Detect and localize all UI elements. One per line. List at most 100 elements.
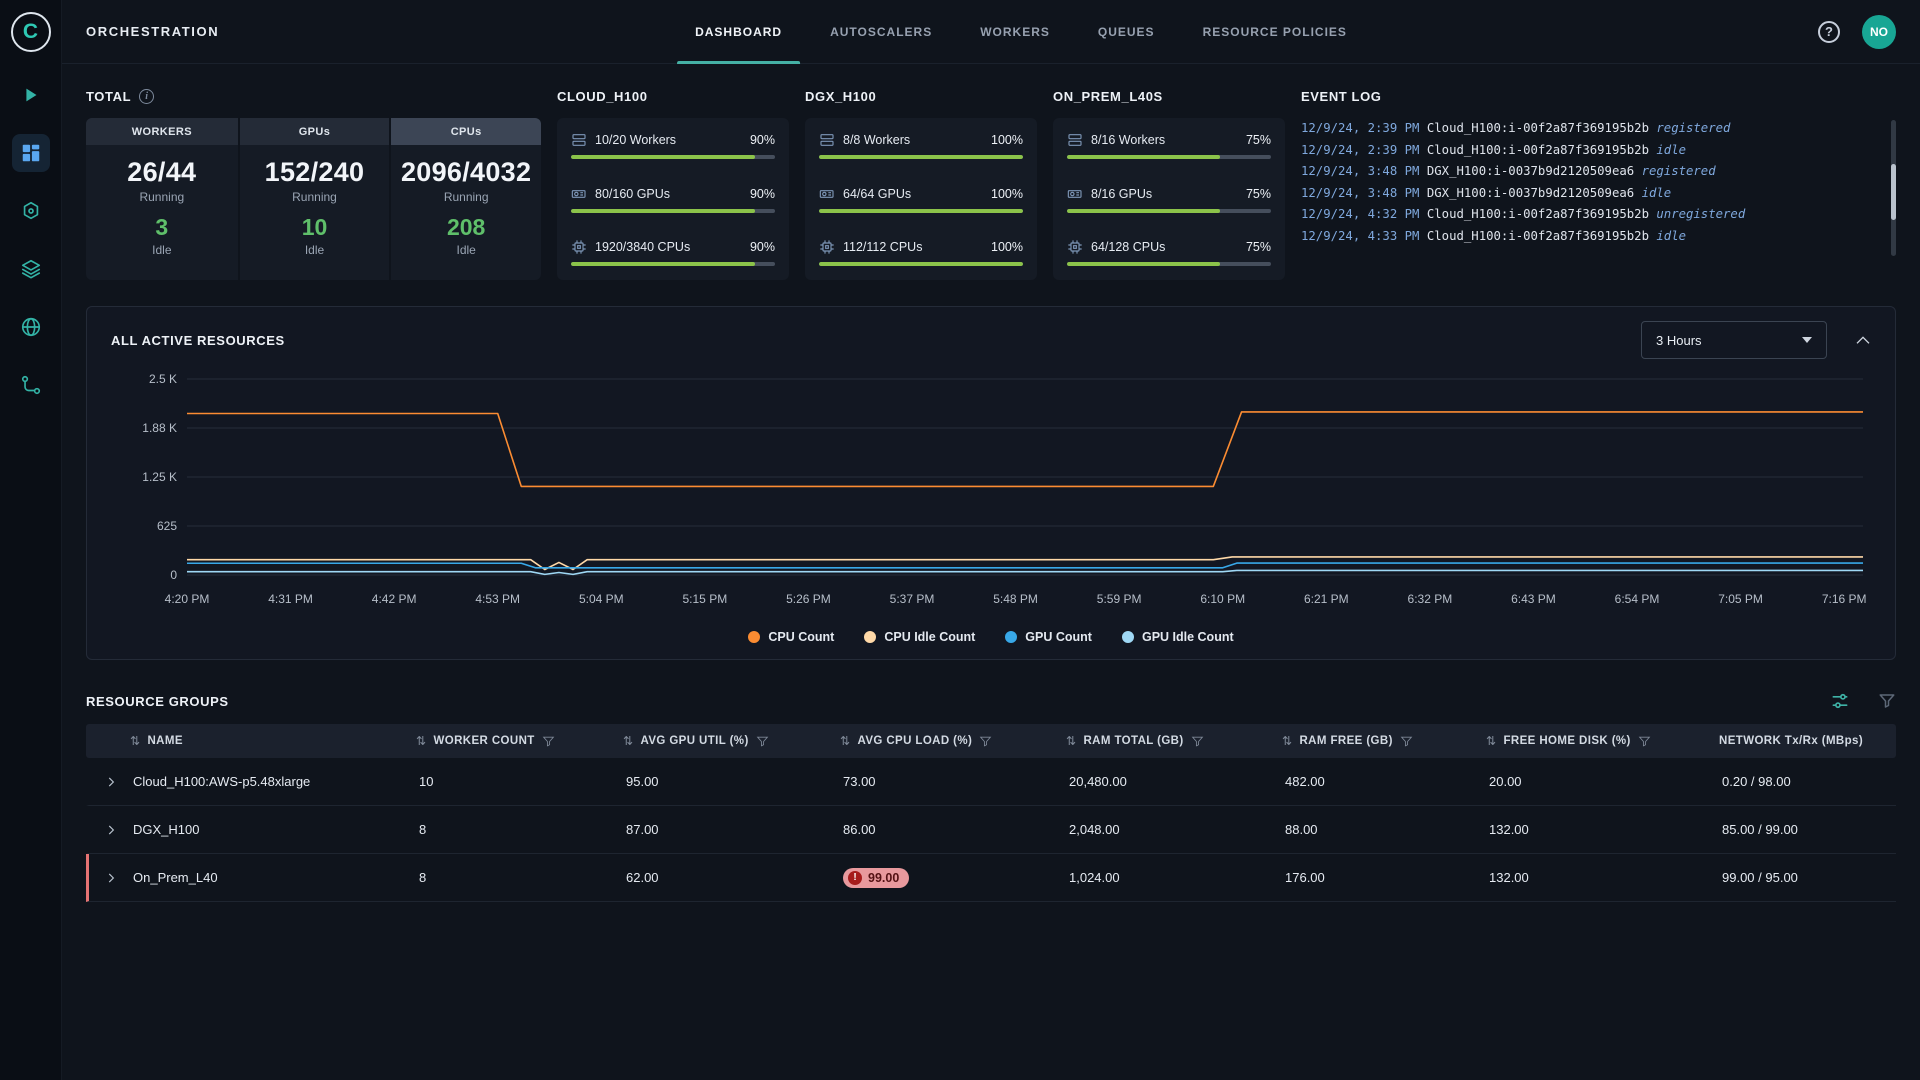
chevron-right-icon [104,871,118,885]
filter-icon[interactable] [756,735,769,748]
sort-icon[interactable]: ⇅ [623,734,633,748]
group-panel-on-prem-l40s: ON_PREM_L40S 8/16 Workers 75% 8/16 GPUs … [1053,84,1285,280]
sort-icon[interactable]: ⇅ [1066,734,1076,748]
svg-text:5:04 PM: 5:04 PM [579,592,624,606]
play-icon [20,84,42,106]
tab-resource-policies[interactable]: RESOURCE POLICIES [1203,0,1347,64]
filter-icon[interactable] [542,735,555,748]
svg-text:6:10 PM: 6:10 PM [1200,592,1245,606]
log-time: 12/9/24, 4:33 PM [1301,229,1419,243]
idle-caption: Idle [391,243,541,257]
column-header-worker-count[interactable]: ⇅ WORKER COUNT [416,734,623,748]
alert-value: 99.00 [868,871,899,885]
table-row-cloud-h100[interactable]: Cloud_H100:AWS-p5.48xlarge 10 95.00 73.0… [86,758,1896,806]
column-header-ram-free[interactable]: ⇅ RAM FREE (GB) [1282,734,1486,748]
log-event: idle [1656,143,1686,157]
running-caption: Running [391,190,541,204]
sort-icon[interactable]: ⇅ [1486,734,1496,748]
cell-name: DGX_H100 [133,822,419,837]
collapse-button[interactable] [1855,335,1871,345]
table-row-on-prem-l40[interactable]: On_Prem_L40 8 62.00 ! 99.00 1,024.00 176… [86,854,1896,902]
cell-free-home-disk: 132.00 [1489,870,1722,885]
idle-value: 10 [240,214,390,241]
sidebar-item-globe[interactable] [12,308,50,346]
total-panel: TOTAL i WORKERS 26/44 Running 3 Idle GPU… [86,84,541,280]
cell-ram-free: 482.00 [1285,774,1489,789]
total-tab-workers[interactable]: WORKERS [86,118,238,145]
progress-bar [819,155,1023,159]
sort-icon[interactable]: ⇅ [1282,734,1292,748]
column-label: RAM TOTAL (GB) [1083,735,1183,747]
info-icon[interactable]: i [139,89,154,104]
workers-icon [1067,132,1083,148]
svg-text:5:15 PM: 5:15 PM [683,592,728,606]
legend-item[interactable]: GPU Idle Count [1122,630,1234,644]
progress-track [571,262,775,266]
filter-icon[interactable] [1191,735,1204,748]
sidebar-item-pipelines[interactable] [12,366,50,404]
legend-item[interactable]: CPU Count [748,630,834,644]
total-tab-gpus[interactable]: GPUs [240,118,390,145]
column-header-name[interactable]: ⇅ NAME [130,734,416,748]
filter-icon[interactable] [1400,735,1413,748]
log-entry: 12/9/24, 4:33 PM Cloud_H100:i-00f2a87f36… [1301,226,1880,248]
running-value: 26/44 [86,157,238,188]
progress-track [1067,155,1271,159]
resource-groups-table: ⇅ NAME ⇅ WORKER COUNT ⇅ AVG GPU UTIL (%)… [86,724,1896,902]
sort-icon[interactable]: ⇅ [416,734,426,748]
metric-label: 64/64 GPUs [843,187,911,201]
cell-network: 99.00 / 95.00 [1722,870,1896,885]
total-column-workers: WORKERS 26/44 Running 3 Idle [86,118,238,280]
event-log-panel: EVENT LOG 12/9/24, 2:39 PM Cloud_H100:i-… [1301,84,1896,280]
nav-tabs: DASHBOARD AUTOSCALERS WORKERS QUEUES RES… [671,0,1371,64]
sidebar: C [0,0,62,1080]
filter-icon[interactable] [1638,735,1651,748]
tab-queues[interactable]: QUEUES [1098,0,1155,64]
tab-workers[interactable]: WORKERS [980,0,1050,64]
tab-autoscalers[interactable]: AUTOSCALERS [830,0,932,64]
column-header-ram-total[interactable]: ⇅ RAM TOTAL (GB) [1066,734,1282,748]
group-title: ON_PREM_L40S [1053,89,1163,104]
column-header-avg-gpu-util[interactable]: ⇅ AVG GPU UTIL (%) [623,734,840,748]
legend-dot [748,631,760,643]
user-avatar[interactable]: NO [1862,15,1896,49]
scrollbar-thumb[interactable] [1891,164,1896,220]
idle-caption: Idle [240,243,390,257]
sort-icon[interactable]: ⇅ [840,734,850,748]
app-name: ORCHESTRATION [86,24,219,39]
sidebar-item-pods[interactable] [12,192,50,230]
row-expand-button[interactable] [104,871,118,885]
legend-label: CPU Idle Count [884,630,975,644]
column-header-avg-cpu-load[interactable]: ⇅ AVG CPU LOAD (%) [840,734,1066,748]
help-button[interactable]: ? [1818,21,1840,43]
row-expand-button[interactable] [104,775,118,789]
column-settings-icon[interactable] [1830,691,1850,711]
row-expand-button[interactable] [104,823,118,837]
progress-bar [571,155,755,159]
tab-dashboard[interactable]: DASHBOARD [695,0,782,64]
sidebar-item-dashboard[interactable] [12,134,50,172]
metric-percent: 100% [991,187,1023,201]
log-source: Cloud_H100:i-00f2a87f369195b2b [1427,229,1649,243]
column-header-free-home-disk[interactable]: ⇅ FREE HOME DISK (%) [1486,734,1719,748]
metric-row-cpus: 112/112 CPUs 100% [819,239,1023,266]
sort-icon[interactable]: ⇅ [130,734,140,748]
group-title: DGX_H100 [805,89,876,104]
metric-percent: 75% [1246,187,1271,201]
filter-icon[interactable] [1878,692,1896,710]
legend-item[interactable]: GPU Count [1005,630,1092,644]
gpu-icon [571,186,587,202]
app-logo[interactable]: C [11,12,51,52]
sidebar-item-launch[interactable] [12,76,50,114]
event-log-scrollbar[interactable] [1891,120,1896,256]
total-tab-cpus[interactable]: CPUs [391,118,541,145]
metric-percent: 75% [1246,133,1271,147]
sidebar-item-layers[interactable] [12,250,50,288]
filter-icon[interactable] [979,735,992,748]
legend-item[interactable]: CPU Idle Count [864,630,975,644]
table-row-dgx-h100[interactable]: DGX_H100 8 87.00 86.00 2,048.00 88.00 13… [86,806,1896,854]
log-entry: 12/9/24, 3:48 PM DGX_H100:i-0037b9d21205… [1301,161,1880,183]
cell-ram-free: 88.00 [1285,822,1489,837]
time-range-select[interactable]: 3 Hours [1641,321,1827,359]
metric-label: 10/20 Workers [595,133,676,147]
